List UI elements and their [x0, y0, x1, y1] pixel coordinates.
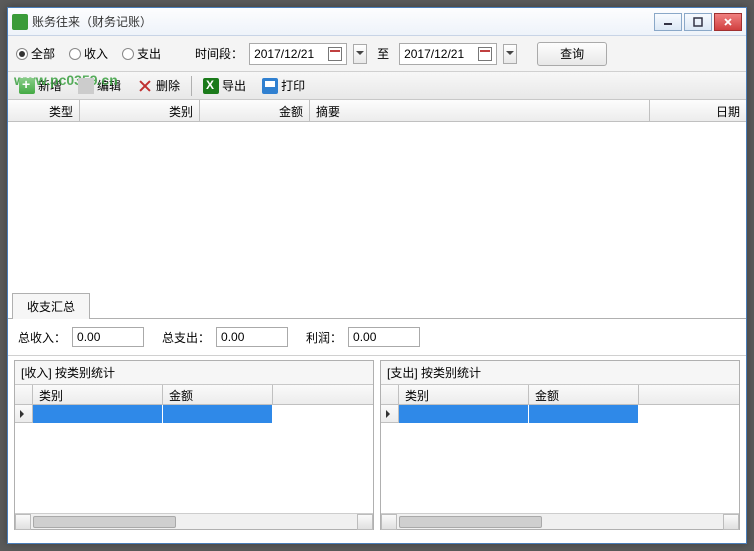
export-button[interactable]: 导出 — [196, 74, 253, 97]
toolbar-divider — [191, 76, 192, 96]
table-row[interactable] — [15, 405, 373, 423]
date-from-field[interactable] — [254, 47, 324, 61]
excel-icon — [203, 78, 219, 94]
total-income-label: 总收入： — [18, 329, 66, 346]
expense-col-amount[interactable]: 金额 — [529, 385, 639, 404]
grid-header: 类型 类别 金额 摘要 日期 — [8, 100, 746, 122]
print-icon — [262, 78, 278, 94]
minimize-button[interactable] — [654, 13, 682, 31]
delete-icon — [137, 78, 153, 94]
filter-bar: 全部 收入 支出 时间段： 至 查询 — [8, 36, 746, 72]
titlebar[interactable]: 账务往来（财务记账） — [8, 8, 746, 36]
time-label: 时间段： — [195, 45, 243, 62]
col-date[interactable]: 日期 — [650, 100, 746, 121]
income-stats-pane: [收入] 按类别统计 类别 金额 — [14, 360, 374, 530]
main-grid[interactable]: 类型 类别 金额 摘要 日期 — [8, 100, 746, 290]
stats-panes: [收入] 按类别统计 类别 金额 [支出] 按类别统计 类别 金额 — [8, 356, 746, 534]
radio-expense[interactable]: 支出 — [122, 45, 161, 62]
col-amount[interactable]: 金额 — [200, 100, 310, 121]
profit-value: 0.00 — [348, 327, 420, 347]
income-pane-title: [收入] 按类别统计 — [15, 361, 373, 385]
app-window: 账务往来（财务记账） 河东软件园 www.pc0359.cn 全部 收入 支出 … — [7, 7, 747, 544]
app-icon — [12, 14, 28, 30]
row-indicator-icon — [15, 405, 33, 423]
profit-label: 利润： — [306, 329, 342, 346]
total-expense-label: 总支出： — [162, 329, 210, 346]
delete-button[interactable]: 删除 — [130, 74, 187, 97]
close-button[interactable] — [714, 13, 742, 31]
expense-col-category[interactable]: 类别 — [399, 385, 529, 404]
radio-income[interactable]: 收入 — [69, 45, 108, 62]
income-col-category[interactable]: 类别 — [33, 385, 163, 404]
plus-icon — [19, 78, 35, 94]
date-from-input[interactable] — [249, 43, 347, 65]
query-button[interactable]: 查询 — [537, 42, 607, 66]
toolbar: 新增 编辑 删除 导出 打印 — [8, 72, 746, 100]
edit-icon — [78, 78, 94, 94]
income-grid-body[interactable] — [15, 405, 373, 529]
income-hscrollbar[interactable] — [15, 513, 373, 529]
table-row[interactable] — [381, 405, 739, 423]
col-summary[interactable]: 摘要 — [310, 100, 650, 121]
col-type[interactable]: 类型 — [8, 100, 80, 121]
print-button[interactable]: 打印 — [255, 74, 312, 97]
date-to-dropdown[interactable] — [503, 44, 517, 64]
summary-row: 总收入： 0.00 总支出： 0.00 利润： 0.00 — [8, 319, 746, 356]
expense-pane-title: [支出] 按类别统计 — [381, 361, 739, 385]
expense-grid-body[interactable] — [381, 405, 739, 529]
radio-all[interactable]: 全部 — [16, 45, 55, 62]
date-to-input[interactable] — [399, 43, 497, 65]
row-indicator-icon — [381, 405, 399, 423]
date-to-label: 至 — [377, 45, 389, 62]
tab-summary[interactable]: 收支汇总 — [12, 293, 90, 319]
summary-tabs: 收支汇总 — [8, 292, 746, 319]
maximize-button[interactable] — [684, 13, 712, 31]
date-from-dropdown[interactable] — [353, 44, 367, 64]
expense-stats-pane: [支出] 按类别统计 类别 金额 — [380, 360, 740, 530]
expense-hscrollbar[interactable] — [381, 513, 739, 529]
total-expense-value: 0.00 — [216, 327, 288, 347]
window-title: 账务往来（财务记账） — [32, 13, 654, 30]
col-category[interactable]: 类别 — [80, 100, 200, 121]
date-to-field[interactable] — [404, 47, 474, 61]
add-button[interactable]: 新增 — [12, 74, 69, 97]
calendar-icon — [478, 47, 492, 61]
calendar-icon — [328, 47, 342, 61]
total-income-value: 0.00 — [72, 327, 144, 347]
income-col-amount[interactable]: 金额 — [163, 385, 273, 404]
edit-button[interactable]: 编辑 — [71, 74, 128, 97]
